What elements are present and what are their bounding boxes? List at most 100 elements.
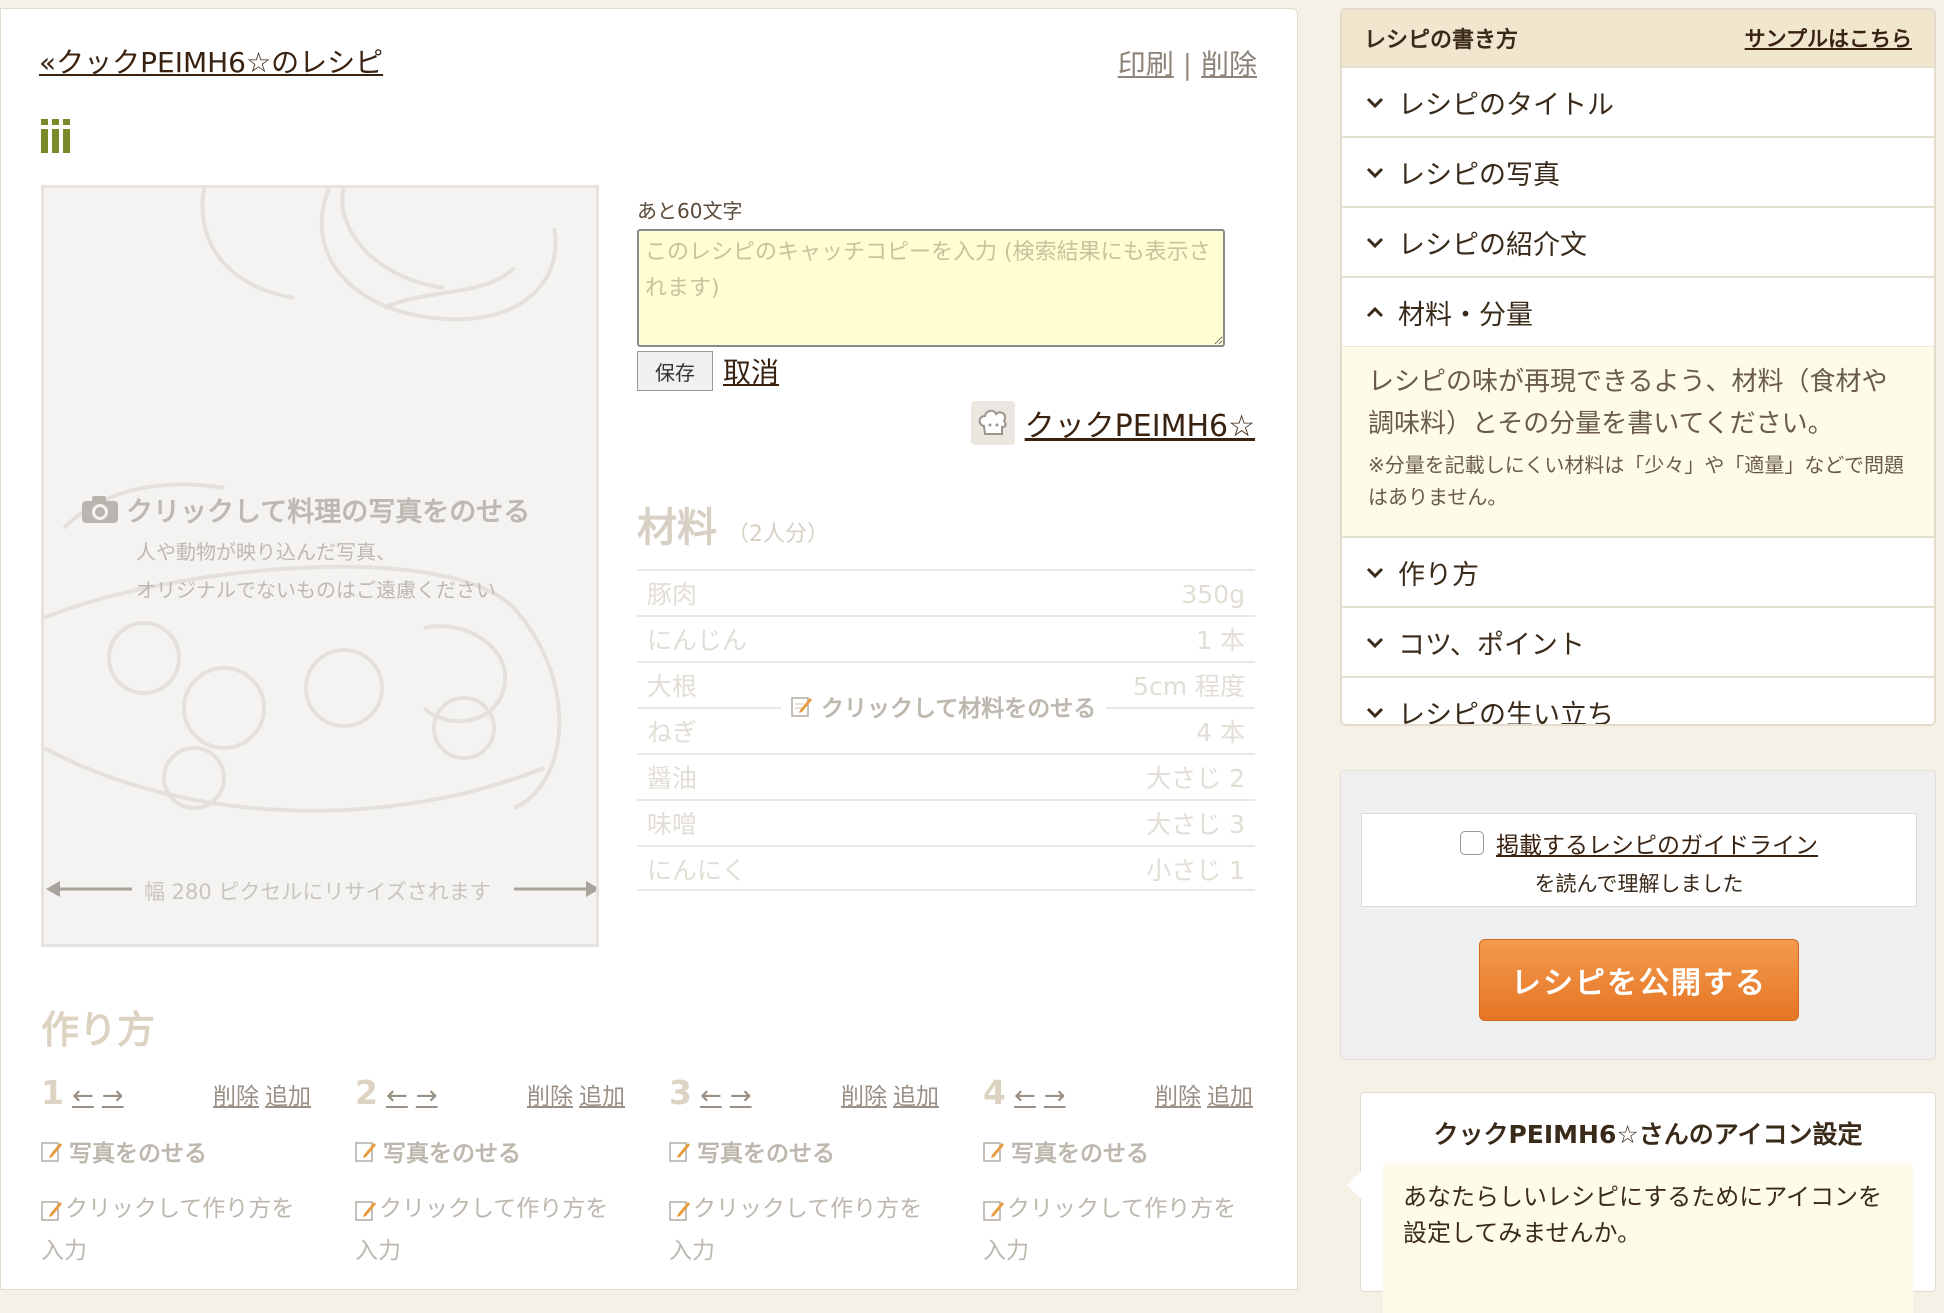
publish-panel: 掲載するレシピのガイドライン を読んで理解しました レシピを公開する	[1340, 770, 1936, 1060]
step-number: 2	[355, 1073, 378, 1112]
separator: |	[1182, 48, 1193, 81]
catchcopy-input[interactable]	[637, 229, 1225, 347]
icon-setting-body: あなたらしいレシピにするためにアイコンを設定してみませんか。	[1383, 1163, 1913, 1313]
guideline-link[interactable]: 掲載するレシピのガイドライン	[1496, 826, 1818, 860]
add-ingredients-prompt[interactable]: クリックして材料をのせる	[781, 687, 1107, 725]
ingredient-row: 醤油 大さじ 2	[637, 753, 1255, 799]
move-left-link[interactable]: ←	[386, 1081, 408, 1111]
chevron-down-icon	[1366, 637, 1384, 649]
step-add-link[interactable]: 追加	[265, 1084, 311, 1110]
author: クックPEIMH6☆	[970, 401, 1255, 445]
chevron-down-icon	[1366, 707, 1384, 719]
step-text-input[interactable]: クリックして作り方を入力	[41, 1188, 311, 1272]
step-text-input[interactable]: クリックして作り方を入力	[669, 1188, 939, 1272]
step-photo-upload[interactable]: 写真をのせる	[41, 1134, 311, 1168]
step-card: 3 ← → 削除 追加 写真をのせる クリックして作り方を入力	[669, 1073, 939, 1272]
step-photo-upload[interactable]: 写真をのせる	[669, 1134, 939, 1168]
ingredient-row: にんにく 小さじ 1	[637, 845, 1255, 891]
resize-arrow-right-icon	[514, 881, 596, 897]
guide-ingredients-note: ※分量を記載しにくい材料は「少々」や「適量」などで問題はありません。	[1368, 453, 1904, 509]
grid-logo-icon	[41, 119, 70, 153]
guide-header: レシピの書き方 サンプルはこちら	[1342, 10, 1934, 66]
icon-setting-panel: クックPEIMH6☆さんのアイコン設定 あなたらしいレシピにするためにアイコンを…	[1347, 1092, 1936, 1313]
steps-title: 作り方	[41, 1008, 156, 1052]
author-link[interactable]: クックPEIMH6☆	[1025, 401, 1255, 445]
photo-upload-title: クリックして料理の写真をのせる	[80, 490, 530, 529]
guide-item-photo[interactable]: レシピの写真	[1342, 136, 1934, 206]
step-number: 1	[41, 1073, 64, 1112]
save-button[interactable]: 保存	[637, 351, 713, 391]
step-delete-link[interactable]: 削除	[841, 1084, 887, 1110]
edit-pencil-icon	[355, 1200, 376, 1221]
icon-setting-title: クックPEIMH6☆さんのアイコン設定	[1433, 1120, 1863, 1149]
char-count: あと60文字	[637, 199, 743, 223]
guide-item-tips[interactable]: コツ、ポイント	[1342, 606, 1934, 676]
step-add-link[interactable]: 追加	[579, 1084, 625, 1110]
edit-pencil-icon	[41, 1200, 62, 1221]
step-delete-link[interactable]: 削除	[1155, 1084, 1201, 1110]
guide-item-intro[interactable]: レシピの紹介文	[1342, 206, 1934, 276]
edit-pencil-icon	[791, 697, 812, 717]
move-right-link[interactable]: →	[730, 1081, 752, 1111]
step-delete-link[interactable]: 削除	[527, 1084, 573, 1110]
step-card: 4 ← → 削除 追加 写真をのせる クリックして作り方を入力	[983, 1073, 1253, 1272]
guide-item-ingredients[interactable]: 材料・分量	[1342, 276, 1934, 346]
move-left-link[interactable]: ←	[72, 1081, 94, 1111]
recipe-guide-panel: レシピの書き方 サンプルはこちら レシピのタイトル レシピの写真 レシピの紹介文…	[1340, 8, 1936, 726]
step-add-link[interactable]: 追加	[893, 1084, 939, 1110]
step-number: 3	[669, 1073, 692, 1112]
print-link[interactable]: 印刷	[1118, 48, 1174, 81]
step-add-link[interactable]: 追加	[1207, 1084, 1253, 1110]
step-number: 4	[983, 1073, 1006, 1112]
photo-upload-area[interactable]: クリックして料理の写真をのせる 人や動物が映り込んだ写真、 オリジナルでないもの…	[41, 185, 599, 947]
guide-item-title[interactable]: レシピのタイトル	[1342, 66, 1934, 136]
guideline-agreement: 掲載するレシピのガイドライン を読んで理解しました	[1361, 813, 1917, 907]
move-right-link[interactable]: →	[102, 1081, 124, 1111]
step-card: 1 ← → 削除 追加 写真をのせる クリックして作り方を入力	[41, 1073, 311, 1272]
move-left-link[interactable]: ←	[700, 1081, 722, 1111]
step-text-input[interactable]: クリックして作り方を入力	[355, 1188, 625, 1272]
recipe-editor: «クックPEIMH6☆のレシピ 印刷 | 削除 クリックして料理の写真をのせる …	[0, 8, 1298, 1290]
guide-title: レシピの書き方	[1364, 28, 1519, 53]
chef-hat-icon	[970, 401, 1015, 445]
back-to-recipes-link[interactable]: «クックPEIMH6☆のレシピ	[39, 41, 383, 81]
guide-ingredients-text: レシピの味が再現できるよう、材料（食材や調味料）とその分量を書いてください。	[1368, 367, 1888, 439]
resize-arrow-left-icon	[46, 881, 132, 897]
speech-pointer	[1347, 1171, 1361, 1199]
move-right-link[interactable]: →	[416, 1081, 438, 1111]
step-text-input[interactable]: クリックして作り方を入力	[983, 1188, 1253, 1272]
edit-pencil-icon	[669, 1200, 690, 1221]
guide-item-steps[interactable]: 作り方	[1342, 536, 1934, 606]
ingredient-row: 豚肉 350g	[637, 569, 1255, 615]
ingredient-row: にんじん 1 本	[637, 615, 1255, 661]
step-photo-upload[interactable]: 写真をのせる	[355, 1134, 625, 1168]
edit-pencil-icon	[355, 1142, 376, 1162]
food-illustration	[44, 188, 562, 813]
step-card: 2 ← → 削除 追加 写真をのせる クリックして作り方を入力	[355, 1073, 625, 1272]
ingredients-table[interactable]: 豚肉 350g にんじん 1 本 大根 5cm 程度 ねぎ 4 本 醤油 大さじ 2 味噌…	[637, 569, 1255, 891]
resize-note: 幅 280 ピクセルにリサイズされます	[144, 880, 491, 904]
edit-pencil-icon	[669, 1142, 690, 1162]
guide-item-history[interactable]: レシピの生い立ち	[1342, 676, 1934, 724]
edit-pencil-icon	[983, 1142, 1004, 1162]
top-actions: 印刷 | 削除	[1118, 43, 1257, 83]
move-right-link[interactable]: →	[1044, 1081, 1066, 1111]
chevron-down-icon	[1366, 567, 1384, 579]
delete-link[interactable]: 削除	[1201, 48, 1257, 81]
photo-upload-note-2: オリジナルでないものはご遠慮ください	[136, 578, 496, 602]
ingredient-row: 味噌 大さじ 3	[637, 799, 1255, 845]
sample-link[interactable]: サンプルはこちら	[1745, 23, 1912, 53]
guideline-checkbox[interactable]	[1460, 831, 1484, 855]
guide-ingredients-body: レシピの味が再現できるよう、材料（食材や調味料）とその分量を書いてください。 ※…	[1342, 346, 1934, 536]
cancel-link[interactable]: 取消	[723, 351, 779, 391]
ingredients-title: 材料 （2人分）	[637, 505, 829, 551]
step-delete-link[interactable]: 削除	[213, 1084, 259, 1110]
move-left-link[interactable]: ←	[1014, 1081, 1036, 1111]
edit-pencil-icon	[41, 1142, 62, 1162]
chevron-down-icon	[1366, 237, 1384, 249]
publish-recipe-button[interactable]: レシピを公開する	[1479, 939, 1799, 1021]
chevron-down-icon	[1366, 97, 1384, 109]
camera-icon	[82, 496, 118, 523]
edit-pencil-icon	[983, 1200, 1004, 1221]
step-photo-upload[interactable]: 写真をのせる	[983, 1134, 1253, 1168]
